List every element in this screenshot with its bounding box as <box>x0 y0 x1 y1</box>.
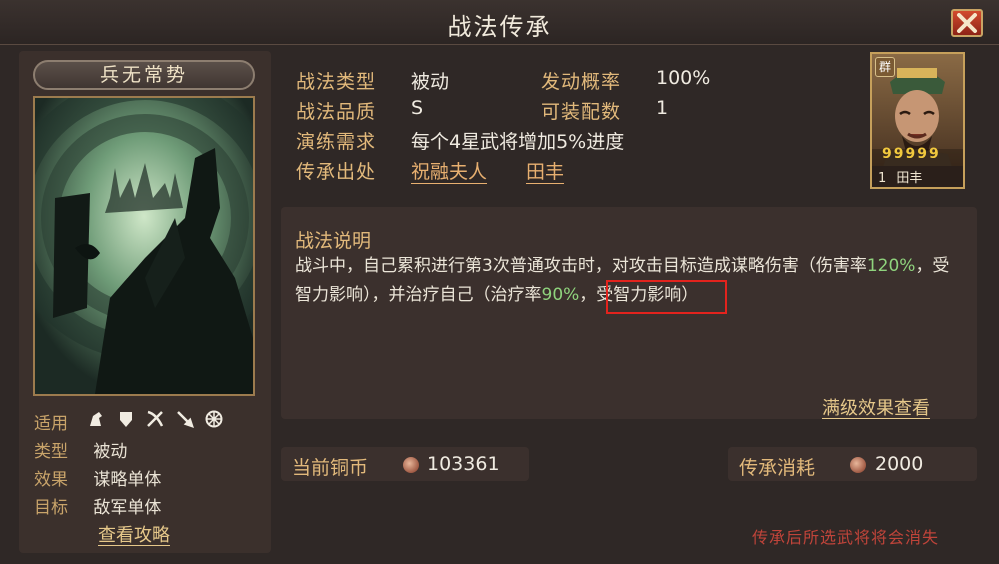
rate-label: 发动概率 <box>541 71 622 93</box>
attr-effect: 效果 谋略单体 <box>34 465 161 490</box>
requirement-value: 每个4星武将增加5%进度 <box>411 131 625 153</box>
desc-part3: （治疗率 <box>473 285 542 305</box>
source-link-tianfeng[interactable]: 田丰 <box>526 157 564 184</box>
heal-self-text: 并治疗自己 <box>388 285 474 305</box>
attr-value: 敌军单体 <box>93 498 162 518</box>
quality-value: S <box>411 97 424 119</box>
general-level-name: 1 田丰 <box>878 167 922 186</box>
copper-coin-icon <box>403 457 419 473</box>
general-portrait-card[interactable]: 群 99999 1 田丰 <box>870 52 965 189</box>
equip-label: 可装配数 <box>541 101 622 123</box>
attr-key: 目标 <box>34 498 68 518</box>
source-label: 传承出处 <box>296 161 377 183</box>
close-icon <box>957 13 977 33</box>
attr-value: 谋略单体 <box>93 470 162 490</box>
siege-icon <box>205 410 223 433</box>
damage-rate: 120% <box>866 256 916 276</box>
attr-key: 效果 <box>34 470 68 490</box>
bow-icon <box>146 410 164 433</box>
cost-label: 传承消耗 <box>739 457 816 479</box>
type-value: 被动 <box>411 71 450 93</box>
skill-name: 兵无常势 <box>33 60 255 90</box>
description-title: 战法说明 <box>295 230 372 252</box>
spear-icon <box>176 410 194 433</box>
rate-value: 100% <box>656 67 711 89</box>
type-label: 战法类型 <box>296 71 377 93</box>
general-name: 田丰 <box>896 171 923 186</box>
attr-key: 适用 <box>34 414 68 434</box>
source-link-zhurong[interactable]: 祝融夫人 <box>411 157 487 184</box>
attr-applicable: 适用 <box>34 409 229 434</box>
guide-link[interactable]: 查看攻略 <box>98 521 170 547</box>
attr-key: 类型 <box>34 442 68 462</box>
cavalry-icon <box>87 410 105 433</box>
cost-value: 2000 <box>875 453 924 475</box>
desc-part1: 战斗中，自己累积进行第3次普通攻击时，对攻击目标造成谋略伤害（伤害率 <box>295 256 867 276</box>
attr-value: 被动 <box>93 442 128 462</box>
quality-label: 战法品质 <box>296 101 377 123</box>
faction-badge: 群 <box>875 57 895 77</box>
general-level: 1 <box>878 171 887 186</box>
highlight-box <box>606 280 727 314</box>
window-title: 战法传承 <box>447 13 552 41</box>
general-star-level: 99999 <box>882 146 941 162</box>
attr-type: 类型 被动 <box>34 437 127 462</box>
attr-target: 目标 敌军单体 <box>34 493 161 518</box>
requirement-label: 演练需求 <box>296 131 377 153</box>
copper-coin-icon <box>850 457 866 473</box>
shield-icon <box>117 410 135 433</box>
equip-value: 1 <box>656 97 669 119</box>
skill-artwork <box>33 96 255 396</box>
warning-text: 传承后所选武将将会消失 <box>752 528 940 547</box>
current-coin-label: 当前铜币 <box>292 457 369 479</box>
close-button[interactable] <box>951 9 983 37</box>
current-coin-value: 103361 <box>427 453 500 475</box>
full-effect-link[interactable]: 满级效果查看 <box>822 394 930 420</box>
heal-rate: 90% <box>541 285 580 305</box>
